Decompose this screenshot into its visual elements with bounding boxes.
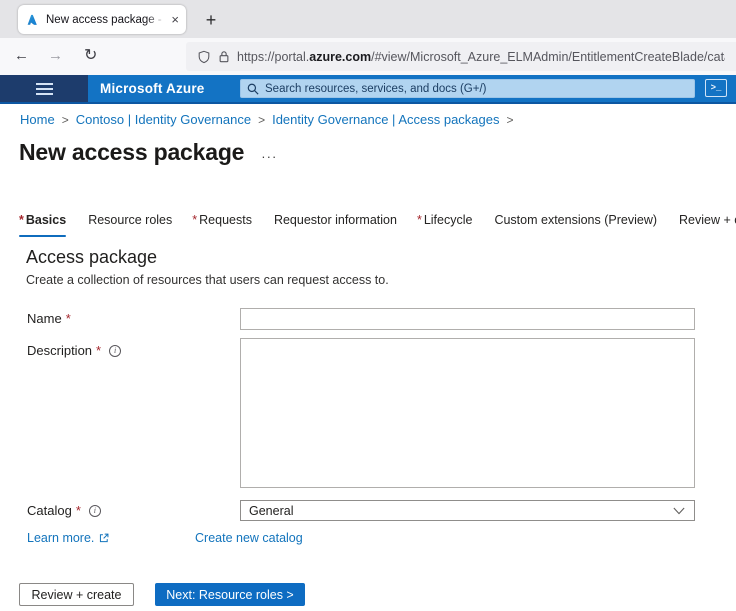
name-field[interactable] (240, 308, 695, 330)
tab-requestor-information[interactable]: Requestor information (272, 213, 397, 237)
wizard-tabs: *Basics Resource roles *Requests Request… (19, 213, 736, 237)
url-text: https://portal.azure.com/#view/Microsoft… (237, 50, 725, 64)
breadcrumb-separator: > (507, 113, 514, 127)
breadcrumb-separator: > (258, 113, 265, 127)
review-create-button[interactable]: Review + create (19, 583, 134, 606)
page-title: New access package (19, 139, 244, 166)
global-search-input[interactable]: Search resources, services, and docs (G+… (240, 79, 695, 98)
required-asterisk: * (76, 503, 81, 518)
breadcrumb-home[interactable]: Home (20, 112, 55, 127)
hamburger-menu-button[interactable] (0, 75, 88, 102)
page-title-row: New access package ··· (19, 139, 277, 166)
azure-brand[interactable]: Microsoft Azure (100, 75, 205, 102)
chevron-down-icon (673, 507, 685, 515)
description-field[interactable] (240, 338, 695, 488)
external-link-icon (99, 533, 109, 543)
new-tab-button[interactable]: + (198, 7, 224, 33)
tab-lifecycle[interactable]: *Lifecycle (417, 213, 473, 237)
tab-title: New access package - Microsof (46, 14, 168, 26)
tab-review-create[interactable]: Review + create (677, 213, 736, 237)
more-options-icon[interactable]: ··· (261, 149, 277, 164)
breadcrumb-separator: > (62, 113, 69, 127)
tab-resource-roles[interactable]: Resource roles (86, 213, 172, 237)
browser-tab[interactable]: New access package - Microsof × (18, 5, 186, 34)
hamburger-icon (36, 83, 53, 95)
tab-custom-extensions[interactable]: Custom extensions (Preview) (492, 213, 657, 237)
section-description: Create a collection of resources that us… (26, 273, 389, 287)
browser-window: New access package - Microsof × + ← → ↻ … (0, 0, 736, 611)
back-icon[interactable]: ← (14, 46, 29, 66)
url-prefix: https://portal. (237, 50, 309, 64)
next-resource-roles-button[interactable]: Next: Resource roles > (155, 583, 305, 606)
catalog-label: Catalog * i (27, 503, 101, 518)
shield-icon[interactable] (197, 50, 211, 64)
breadcrumb: Home > Contoso | Identity Governance > I… (20, 112, 514, 127)
forward-icon[interactable]: → (48, 46, 63, 66)
info-icon[interactable]: i (89, 505, 101, 517)
name-label: Name * (27, 311, 71, 326)
catalog-selected-value: General (249, 504, 293, 518)
section-heading: Access package (26, 247, 157, 268)
close-icon[interactable]: × (171, 13, 179, 26)
azure-logo-icon (25, 13, 39, 27)
browser-tab-bar: New access package - Microsof × + (0, 0, 736, 38)
azure-header: Microsoft Azure Search resources, servic… (0, 75, 736, 104)
url-domain: azure.com (309, 50, 371, 64)
description-label: Description * i (27, 343, 121, 358)
lock-icon[interactable] (218, 50, 230, 63)
tab-basics[interactable]: *Basics (19, 213, 66, 237)
tab-requests[interactable]: *Requests (192, 213, 252, 237)
info-icon[interactable]: i (109, 345, 121, 357)
search-placeholder: Search resources, services, and docs (G+… (265, 83, 486, 95)
url-path: /#view/Microsoft_Azure_ELMAdmin/Entitlem… (371, 50, 725, 64)
breadcrumb-identity-governance[interactable]: Contoso | Identity Governance (76, 112, 251, 127)
reload-icon[interactable]: ↻ (84, 46, 97, 66)
required-asterisk: * (66, 311, 71, 326)
create-new-catalog-link[interactable]: Create new catalog (195, 531, 303, 545)
learn-more-link[interactable]: Learn more. (27, 531, 109, 545)
browser-toolbar: ← → ↻ https://portal.azure.com/#view/Mic… (0, 38, 736, 75)
required-asterisk: * (96, 343, 101, 358)
breadcrumb-access-packages[interactable]: Identity Governance | Access packages (272, 112, 499, 127)
cloud-shell-icon[interactable]: >_ (705, 79, 727, 97)
catalog-dropdown[interactable]: General (240, 500, 695, 521)
address-bar[interactable]: https://portal.azure.com/#view/Microsoft… (186, 42, 736, 71)
search-icon (247, 83, 259, 95)
